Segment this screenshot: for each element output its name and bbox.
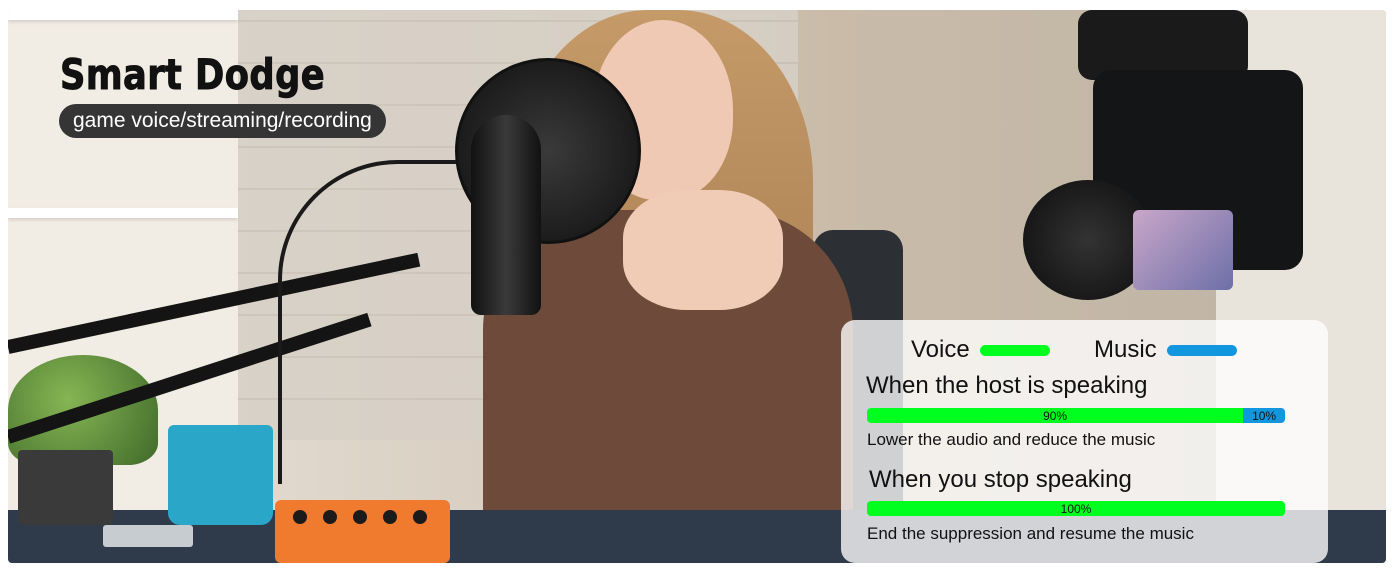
legend-music: Music [1094,336,1237,363]
speaking-level-bar: 90% 10% [867,408,1285,423]
speaking-heading: When the host is speaking [866,372,1148,399]
laptop-corner [103,525,193,547]
stopped-heading: When you stop speaking [869,466,1132,493]
music-swatch [1166,344,1237,356]
shelf-board [8,208,238,218]
legend-voice: Voice [911,336,1050,363]
subtitle-pill: game voice/streaming/recording [59,104,386,138]
knob-icon [413,510,427,524]
knob-icon [323,510,337,524]
speaking-voice-segment: 90% [867,408,1244,423]
hands-holding-lipstick [623,190,783,310]
gooseneck-cable [278,160,472,484]
speaking-voice-percent: 90% [1043,408,1068,423]
stopped-voice-percent: 100% [1060,501,1092,516]
headline: Smart Dodge [60,50,326,100]
camera-screen [1133,210,1233,290]
condenser-microphone [471,115,541,315]
knob-icon [353,510,367,524]
speaking-caption: Lower the audio and reduce the music [867,430,1156,449]
legend-voice-label: Voice [911,336,970,363]
plant-pot [18,450,113,525]
speaking-music-segment: 10% [1243,408,1285,423]
knob-icon [383,510,397,524]
stopped-level-bar: 100% [867,501,1285,516]
speaking-music-percent: 10% [1252,408,1277,423]
blue-mug [168,425,273,525]
shelf-board [8,10,238,20]
legend-music-label: Music [1094,336,1157,363]
orange-sound-card [275,500,450,563]
stopped-voice-segment: 100% [867,501,1285,516]
knob-icon [293,510,307,524]
dslr-camera [1023,10,1323,320]
stopped-caption: End the suppression and resume the music [867,524,1194,543]
ducking-info-card: Voice Music When the host is speaking 90… [841,320,1328,563]
voice-swatch [979,344,1050,356]
